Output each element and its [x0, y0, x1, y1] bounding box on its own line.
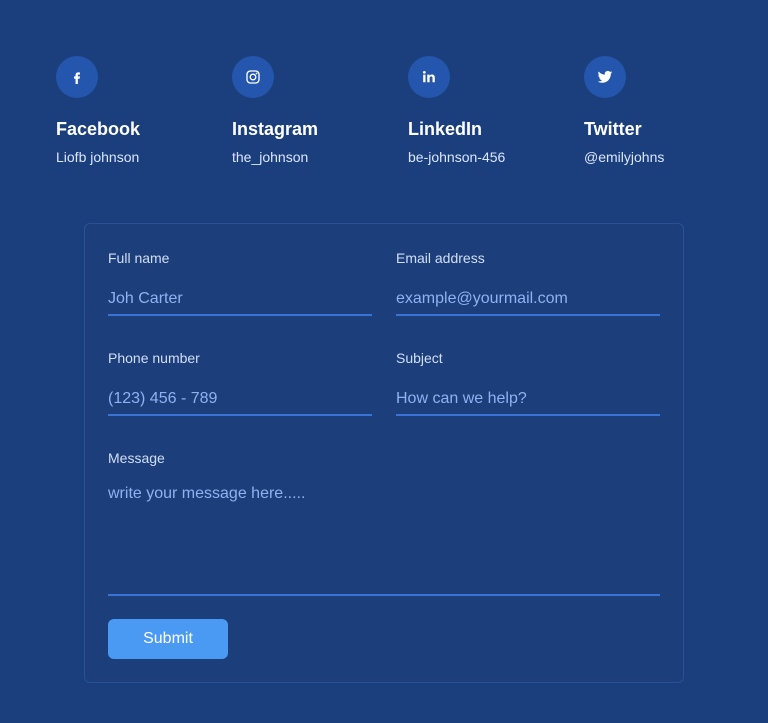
- full-name-field: Full name: [108, 249, 372, 324]
- social-name: Facebook: [56, 119, 141, 139]
- linkedin-icon[interactable]: [408, 56, 450, 98]
- full-name-label: Full name: [108, 250, 170, 266]
- message-label: Message: [108, 450, 165, 466]
- phone-label: Phone number: [108, 350, 200, 366]
- twitter-icon[interactable]: [584, 56, 626, 98]
- instagram-icon[interactable]: [232, 56, 274, 98]
- social-name: LinkedIn: [408, 119, 483, 139]
- social-handle: @emilyjohns: [584, 149, 665, 165]
- submit-button[interactable]: Submit: [108, 619, 228, 659]
- email-input[interactable]: [396, 284, 660, 316]
- phone-field: Phone number: [108, 349, 372, 424]
- subject-input[interactable]: [396, 384, 660, 416]
- subject-field: Subject: [396, 349, 660, 424]
- social-twitter[interactable]: Twitter @emilyjohns: [584, 56, 754, 165]
- phone-input[interactable]: [108, 384, 372, 416]
- message-textarea[interactable]: [108, 484, 660, 596]
- email-label: Email address: [396, 250, 485, 266]
- social-handle: the_johnson: [232, 149, 309, 165]
- social-facebook[interactable]: Facebook Liofb johnson: [56, 56, 226, 165]
- email-field: Email address: [396, 249, 660, 324]
- social-handle: Liofb johnson: [56, 149, 140, 165]
- social-linkedin[interactable]: LinkedIn be-johnson-456: [408, 56, 578, 165]
- social-handle: be-johnson-456: [408, 149, 506, 165]
- facebook-icon[interactable]: [56, 56, 98, 98]
- social-instagram[interactable]: Instagram the_johnson: [232, 56, 402, 165]
- social-links: Facebook Liofb johnson Instagram the_joh…: [56, 56, 716, 176]
- full-name-input[interactable]: [108, 284, 372, 316]
- social-name: Instagram: [232, 119, 319, 139]
- subject-label: Subject: [396, 350, 443, 366]
- social-name: Twitter: [584, 119, 642, 139]
- contact-form: Full name Email address Phone number Sub…: [84, 223, 684, 683]
- message-field: Message: [108, 449, 660, 599]
